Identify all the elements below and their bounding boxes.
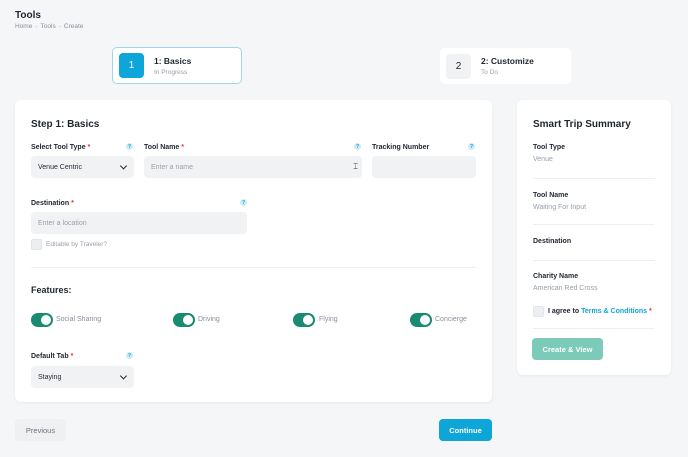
section-divider [31,267,476,268]
summary-charity-value: American Red Cross [533,285,598,292]
chevron-down-icon [119,162,128,170]
step-number: 2 [446,53,471,79]
required-marker: * [87,144,91,151]
help-icon[interactable]: ? [126,143,133,150]
required-marker: * [649,308,652,315]
terms-prefix: I agree to [548,308,580,315]
tool-name-label: Tool Name * [144,144,184,151]
default-tab-label-text: Default Tab [31,353,69,360]
required-marker: * [71,200,74,207]
summary-divider [533,224,655,225]
summary-charity-label: Charity Name [533,273,579,280]
step-status: In Progress [154,68,188,76]
chevron-down-icon [119,372,128,380]
help-icon[interactable]: ? [354,143,361,150]
tracking-number-label: Tracking Number [372,144,430,151]
flying-label: Flying [319,316,338,323]
terms-link[interactable]: Terms & Conditions [581,308,647,315]
summary-tool-type-label: Tool Type [533,144,566,151]
tool-type-label: Select Tool Type * [31,144,90,151]
help-icon[interactable]: ? [240,199,247,206]
trip-summary-card: Smart Trip Summary Tool Type Venue Tool … [517,100,671,375]
step-title: 2: Customize [481,56,534,66]
tool-type-value: Venue Centric [38,163,82,171]
step-number: 1 [119,53,144,78]
required-marker: * [70,353,74,360]
summary-divider [533,178,655,179]
default-tab-select[interactable]: Staying [31,366,134,388]
continue-button[interactable]: Continue [439,419,492,441]
summary-tool-name-value: Waiting For Input [533,204,587,211]
tracking-number-input[interactable] [372,156,476,178]
create-view-button[interactable]: Create & View [532,338,603,360]
summary-destination-label: Destination [533,238,572,245]
features-heading: Features: [31,285,72,295]
default-tab-value: Staying [38,373,62,381]
tool-name-label-text: Tool Name [144,144,180,151]
basics-form-card: Step 1: Basics Select Tool Type * ? Venu… [15,100,492,402]
previous-button[interactable]: Previous [15,419,66,441]
summary-divider [533,328,655,329]
terms-label: I agree to Terms & Conditions * [548,308,652,315]
step-status: To Do [481,69,498,76]
destination-label: Destination * [31,200,74,207]
editable-by-traveler-checkbox[interactable] [31,239,42,250]
text-cursor-icon: ⌶ [353,162,358,171]
breadcrumb-home[interactable]: Home [15,23,32,30]
default-tab-label: Default Tab * [31,353,73,360]
editable-by-traveler-label: Editable by Traveler? [46,241,108,248]
destination-input[interactable]: Enter a location [31,212,247,234]
required-marker: * [181,144,184,151]
tool-type-select[interactable]: Venue Centric [31,156,134,178]
driving-toggle[interactable] [173,313,195,327]
form-heading: Step 1: Basics [31,119,100,130]
step-customize[interactable]: 2 2: Customize To Do [440,48,571,84]
breadcrumb-create: Create [63,23,84,30]
step-title: 1: Basics [154,55,192,66]
concierge-label: Concierge [435,316,467,323]
breadcrumb-separator: - [58,23,61,30]
tool-type-label-text: Select Tool Type [31,144,86,151]
help-icon[interactable]: ? [468,143,475,150]
summary-tool-type-value: Venue [533,156,553,163]
concierge-toggle[interactable] [410,313,432,327]
breadcrumb: Home - Tools - Create [15,23,83,30]
page-title: Tools [15,10,41,21]
social-sharing-toggle[interactable] [31,313,53,327]
destination-label-text: Destination [31,200,70,207]
tool-name-input[interactable]: Enter a name ⌶ [144,156,362,178]
summary-title: Smart Trip Summary [533,119,631,130]
summary-tool-name-label: Tool Name [533,192,569,199]
tool-name-placeholder: Enter a name [151,163,194,171]
summary-divider [533,260,655,261]
breadcrumb-separator: - [35,23,38,30]
terms-checkbox[interactable] [533,306,544,317]
flying-toggle[interactable] [293,313,315,327]
social-sharing-label: Social Sharing [56,316,102,323]
driving-label: Driving [198,316,220,323]
destination-placeholder: Enter a location [38,219,87,227]
step-basics[interactable]: 1 1: Basics In Progress [112,47,242,84]
breadcrumb-tools[interactable]: Tools [41,23,56,30]
help-icon[interactable]: ? [126,352,133,359]
